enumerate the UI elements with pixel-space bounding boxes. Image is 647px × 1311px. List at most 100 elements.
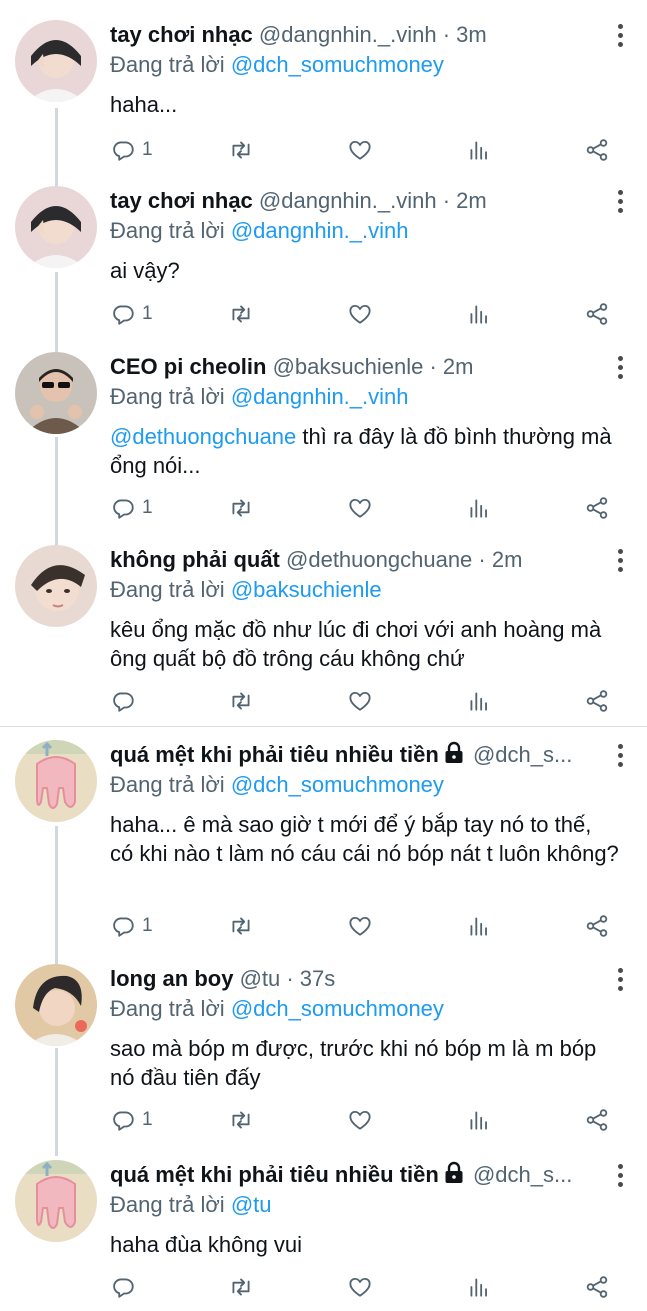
more-vertical-icon[interactable] — [615, 1164, 625, 1188]
more-vertical-icon[interactable] — [615, 356, 625, 380]
replying-to-handle[interactable]: @dch_somuchmoney — [231, 52, 444, 77]
handle-time[interactable]: @dch_s... — [473, 1162, 572, 1187]
tweet-header: quá mệt khi phải tiêu nhiều tiền @dch_s.… — [110, 740, 595, 770]
stats-button[interactable] — [466, 135, 492, 165]
share-button[interactable] — [584, 911, 610, 941]
share-icon — [586, 1276, 608, 1298]
replying-to: Đang trả lời @dangnhin._.vinh — [110, 216, 409, 246]
stats-button[interactable] — [466, 686, 492, 716]
tweet[interactable]: quá mệt khi phải tiêu nhiều tiền @dch_s.… — [0, 1160, 647, 1310]
like-button[interactable] — [347, 686, 373, 716]
stats-button[interactable] — [466, 911, 492, 941]
handle-time[interactable]: @dethuongchuane · 2m — [286, 547, 522, 572]
more-vertical-icon[interactable] — [615, 744, 625, 768]
more-vertical-icon[interactable] — [615, 968, 625, 992]
display-name[interactable]: CEO pi cheolin — [110, 354, 266, 379]
tweet-text: haha... ê mà sao giờ t mới để ý bắp tay … — [110, 810, 620, 868]
retweet-button[interactable] — [228, 1105, 254, 1135]
retweet-button[interactable] — [228, 299, 254, 329]
reply-icon — [113, 305, 134, 325]
like-button[interactable] — [347, 1272, 373, 1302]
handle-time[interactable]: @dangnhin._.vinh · 2m — [259, 188, 487, 213]
like-button[interactable] — [347, 911, 373, 941]
tweet[interactable]: CEO pi cheolin @baksuchienle · 2m Đang t… — [0, 352, 647, 532]
replying-to-handle[interactable]: @dch_somuchmoney — [231, 996, 444, 1021]
tweet[interactable]: không phải quất @dethuongchuane · 2m Đan… — [0, 545, 647, 725]
action-bar — [110, 1272, 620, 1302]
heart-icon — [349, 691, 371, 711]
reply-button[interactable] — [110, 1272, 142, 1302]
more-vertical-icon[interactable] — [615, 24, 625, 48]
replying-to-label: Đang trả lời — [110, 577, 231, 602]
replying-to-handle[interactable]: @dch_somuchmoney — [231, 772, 444, 797]
action-bar: 1 — [110, 911, 620, 941]
like-button[interactable] — [347, 135, 373, 165]
tweet[interactable]: quá mệt khi phải tiêu nhiều tiền @dch_s.… — [0, 740, 647, 950]
share-button[interactable] — [584, 1272, 610, 1302]
heart-icon — [349, 1110, 371, 1130]
share-icon — [586, 303, 608, 325]
retweet-button[interactable] — [228, 493, 254, 523]
display-name[interactable]: long an boy — [110, 966, 233, 991]
avatar[interactable] — [15, 740, 97, 822]
stats-button[interactable] — [466, 1272, 492, 1302]
display-name[interactable]: quá mệt khi phải tiêu nhiều tiền — [110, 742, 439, 767]
avatar[interactable] — [15, 352, 97, 434]
replying-to: Đang trả lời @dch_somuchmoney — [110, 50, 444, 80]
display-name[interactable]: quá mệt khi phải tiêu nhiều tiền — [110, 1162, 439, 1187]
share-button[interactable] — [584, 686, 610, 716]
replying-to-handle[interactable]: @dangnhin._.vinh — [231, 218, 409, 243]
display-name[interactable]: tay chơi nhạc — [110, 22, 253, 47]
replying-to-handle[interactable]: @tu — [231, 1192, 272, 1217]
reply-button[interactable]: 1 — [110, 493, 153, 523]
replying-to-handle[interactable]: @dangnhin._.vinh — [231, 384, 409, 409]
tweet[interactable]: tay chơi nhạc @dangnhin._.vinh · 3m Đang… — [0, 20, 647, 170]
retweet-button[interactable] — [228, 135, 254, 165]
tweet[interactable]: tay chơi nhạc @dangnhin._.vinh · 2m Đang… — [0, 186, 647, 336]
stats-button[interactable] — [466, 299, 492, 329]
replying-to: Đang trả lời @dch_somuchmoney — [110, 770, 444, 800]
reply-button[interactable]: 1 — [110, 299, 153, 329]
avatar[interactable] — [15, 20, 97, 102]
display-name[interactable]: tay chơi nhạc — [110, 188, 253, 213]
like-button[interactable] — [347, 299, 373, 329]
reply-button[interactable]: 1 — [110, 911, 153, 941]
reply-button[interactable]: 1 — [110, 135, 153, 165]
heart-icon — [349, 916, 371, 936]
stats-icon — [470, 1111, 487, 1130]
avatar[interactable] — [15, 964, 97, 1046]
retweet-button[interactable] — [228, 686, 254, 716]
avatar[interactable] — [15, 545, 97, 627]
reply-count: 1 — [142, 915, 153, 936]
retweet-button[interactable] — [228, 1272, 254, 1302]
retweet-button[interactable] — [228, 911, 254, 941]
stats-icon — [470, 499, 487, 518]
replying-to-handle[interactable]: @baksuchienle — [231, 577, 382, 602]
tweet-text: kêu ổng mặc đồ như lúc đi chơi với anh h… — [110, 615, 620, 673]
stats-icon — [470, 1278, 487, 1297]
mention-link[interactable]: @dethuongchuane — [110, 424, 296, 449]
like-button[interactable] — [347, 1105, 373, 1135]
more-vertical-icon[interactable] — [615, 190, 625, 214]
reply-icon — [113, 499, 134, 519]
reply-count: 1 — [142, 497, 153, 518]
stats-button[interactable] — [466, 1105, 492, 1135]
handle-time[interactable]: @tu · 37s — [240, 966, 336, 991]
more-vertical-icon[interactable] — [615, 549, 625, 573]
reply-button[interactable]: 1 — [110, 1105, 153, 1135]
avatar[interactable] — [15, 186, 97, 268]
handle-time[interactable]: @dch_s... — [473, 742, 572, 767]
share-button[interactable] — [584, 1105, 610, 1135]
tweet-text: sao mà bóp m được, trước khi nó bóp m là… — [110, 1034, 620, 1092]
share-button[interactable] — [584, 493, 610, 523]
tweet[interactable]: long an boy @tu · 37s Đang trả lời @dch_… — [0, 964, 647, 1144]
like-button[interactable] — [347, 493, 373, 523]
stats-button[interactable] — [466, 493, 492, 523]
share-button[interactable] — [584, 135, 610, 165]
handle-time[interactable]: @baksuchienle · 2m — [273, 354, 474, 379]
avatar[interactable] — [15, 1160, 97, 1242]
share-button[interactable] — [584, 299, 610, 329]
display-name[interactable]: không phải quất — [110, 547, 280, 572]
handle-time[interactable]: @dangnhin._.vinh · 3m — [259, 22, 487, 47]
reply-button[interactable] — [110, 686, 142, 716]
